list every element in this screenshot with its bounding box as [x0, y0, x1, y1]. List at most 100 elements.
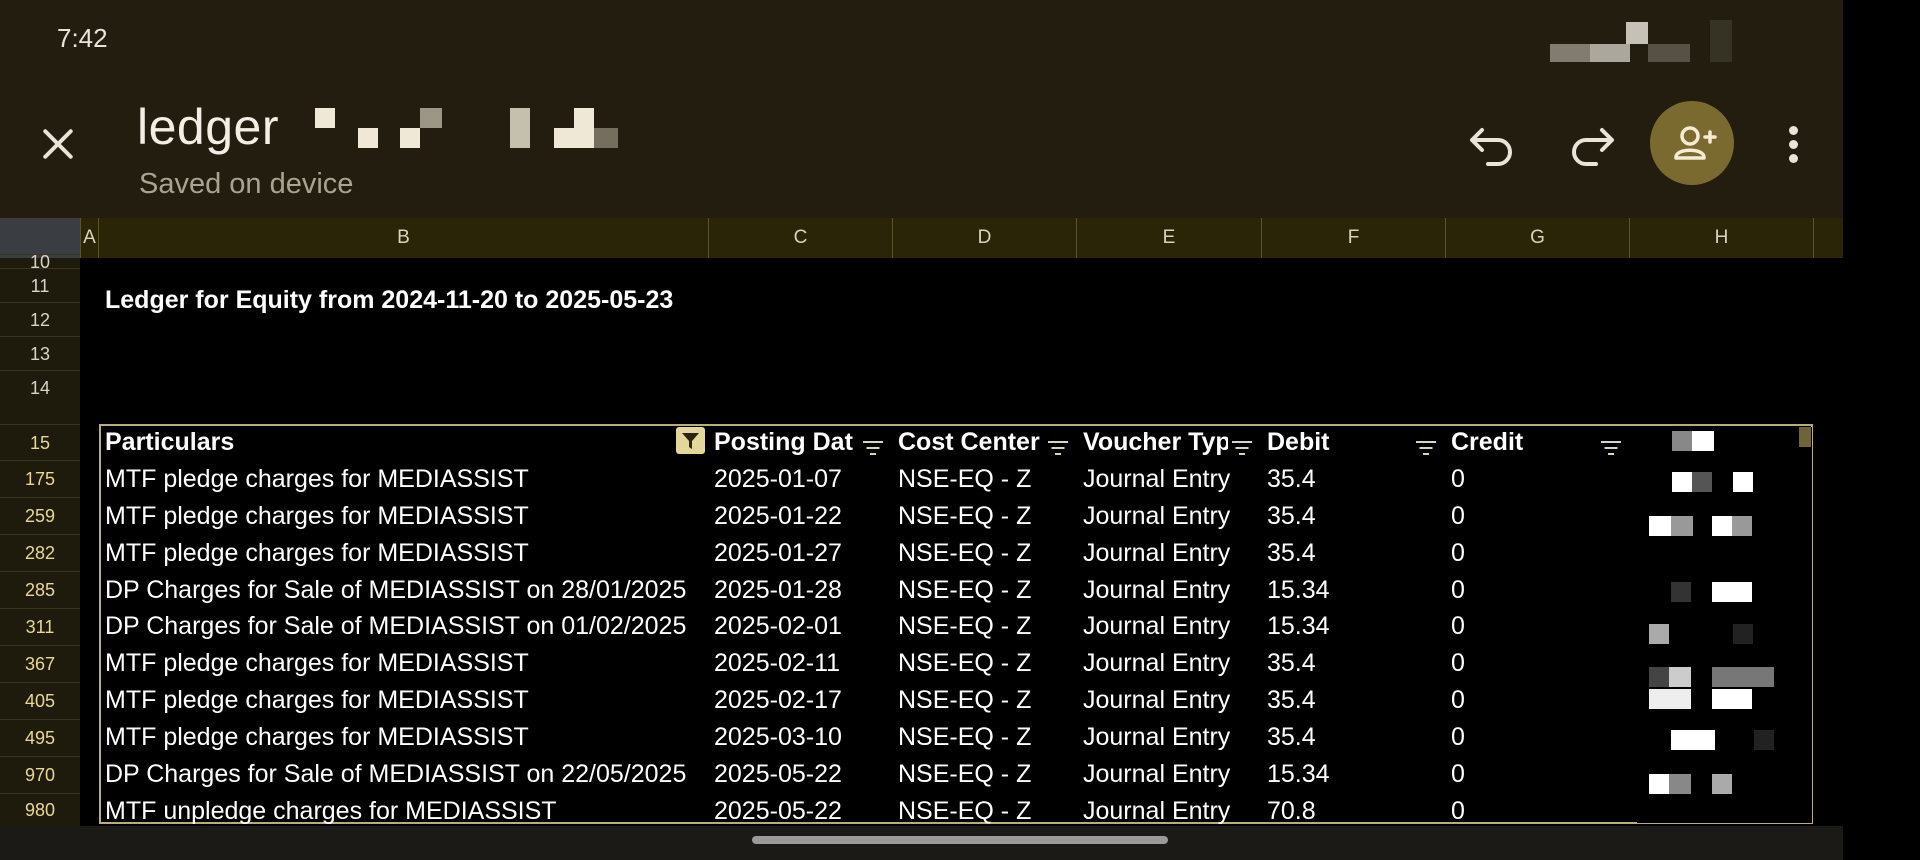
- filter-active-button[interactable]: [676, 427, 705, 454]
- filter-button-debit[interactable]: [1415, 440, 1437, 456]
- filter-button-posting-date[interactable]: [862, 440, 884, 456]
- cell-voucher-type[interactable]: Journal Entry: [1083, 760, 1230, 789]
- filter-button-voucher-type[interactable]: [1231, 440, 1253, 456]
- cell-particulars[interactable]: DP Charges for Sale of MEDIASSIST on 01/…: [105, 612, 705, 641]
- cell-credit[interactable]: 0: [1451, 649, 1465, 678]
- row-header[interactable]: 367: [0, 645, 80, 682]
- cell-particulars[interactable]: MTF pledge charges for MEDIASSIST: [105, 723, 705, 752]
- column-header-c[interactable]: C: [708, 218, 892, 258]
- undo-button[interactable]: [1460, 112, 1524, 176]
- column-header-f[interactable]: F: [1261, 218, 1445, 258]
- column-header-h[interactable]: H: [1629, 218, 1814, 258]
- cell-cost-center[interactable]: NSE-EQ - Z: [898, 465, 1031, 494]
- cell-voucher-type[interactable]: Journal Entry: [1083, 576, 1230, 605]
- column-header-b[interactable]: B: [98, 218, 708, 258]
- cell-particulars[interactable]: MTF pledge charges for MEDIASSIST: [105, 539, 705, 568]
- cell-posting-date[interactable]: 2025-01-28: [714, 576, 842, 605]
- cell-particulars[interactable]: MTF pledge charges for MEDIASSIST: [105, 686, 705, 715]
- row-header[interactable]: 980: [0, 793, 80, 826]
- cell-debit[interactable]: 35.4: [1267, 502, 1316, 531]
- row-header[interactable]: 285: [0, 571, 80, 608]
- cell-debit[interactable]: 35.4: [1267, 723, 1316, 752]
- cell-debit[interactable]: 35.4: [1267, 649, 1316, 678]
- cell-posting-date[interactable]: 2025-02-01: [714, 612, 842, 641]
- cell-posting-date[interactable]: 2025-05-22: [714, 797, 842, 826]
- cell-debit[interactable]: 35.4: [1267, 465, 1316, 494]
- row-header[interactable]: 11: [0, 268, 80, 302]
- header-debit[interactable]: Debit: [1267, 428, 1412, 457]
- cell-cost-center[interactable]: NSE-EQ - Z: [898, 612, 1031, 641]
- close-button[interactable]: [36, 122, 80, 166]
- cell-voucher-type[interactable]: Journal Entry: [1083, 612, 1230, 641]
- home-indicator[interactable]: [752, 836, 1168, 844]
- cell-cost-center[interactable]: NSE-EQ - Z: [898, 686, 1031, 715]
- cell-debit[interactable]: 15.34: [1267, 576, 1330, 605]
- row-header[interactable]: 15: [0, 424, 80, 460]
- cell-cost-center[interactable]: NSE-EQ - Z: [898, 723, 1031, 752]
- row-header[interactable]: 259: [0, 497, 80, 534]
- cell-credit[interactable]: 0: [1451, 797, 1465, 826]
- cell-credit[interactable]: 0: [1451, 760, 1465, 789]
- header-posting-date[interactable]: Posting Dat: [714, 428, 859, 457]
- cell-posting-date[interactable]: 2025-01-22: [714, 502, 842, 531]
- ledger-title-cell[interactable]: Ledger for Equity from 2024-11-20 to 202…: [105, 286, 673, 315]
- cell-credit[interactable]: 0: [1451, 465, 1465, 494]
- cell-cost-center[interactable]: NSE-EQ - Z: [898, 760, 1031, 789]
- row-header[interactable]: 14: [0, 370, 80, 404]
- filter-button-cost-center[interactable]: [1047, 440, 1069, 456]
- filter-button-credit[interactable]: [1600, 440, 1622, 456]
- row-header[interactable]: 10: [0, 253, 80, 271]
- column-header-a[interactable]: A: [80, 218, 98, 258]
- share-button[interactable]: [1650, 101, 1734, 185]
- cell-credit[interactable]: 0: [1451, 576, 1465, 605]
- cell-credit[interactable]: 0: [1451, 686, 1465, 715]
- header-voucher-type[interactable]: Voucher Typ: [1083, 428, 1228, 457]
- cell-particulars[interactable]: MTF pledge charges for MEDIASSIST: [105, 502, 705, 531]
- row-header[interactable]: 12: [0, 302, 80, 336]
- cell-posting-date[interactable]: 2025-02-17: [714, 686, 842, 715]
- cell-cost-center[interactable]: NSE-EQ - Z: [898, 502, 1031, 531]
- header-particulars[interactable]: Particulars: [105, 428, 665, 457]
- cell-cost-center[interactable]: NSE-EQ - Z: [898, 649, 1031, 678]
- row-header[interactable]: 311: [0, 608, 80, 645]
- header-credit[interactable]: Credit: [1451, 428, 1596, 457]
- cell-particulars[interactable]: MTF unpledge charges for MEDIASSIST: [105, 797, 705, 826]
- cell-credit[interactable]: 0: [1451, 539, 1465, 568]
- cell-credit[interactable]: 0: [1451, 723, 1465, 752]
- cell-cost-center[interactable]: NSE-EQ - Z: [898, 576, 1031, 605]
- cell-particulars[interactable]: MTF pledge charges for MEDIASSIST: [105, 465, 705, 494]
- row-header[interactable]: 13: [0, 336, 80, 370]
- column-header-g[interactable]: G: [1445, 218, 1629, 258]
- cell-debit[interactable]: 35.4: [1267, 686, 1316, 715]
- cell-posting-date[interactable]: 2025-01-07: [714, 465, 842, 494]
- cell-cost-center[interactable]: NSE-EQ - Z: [898, 539, 1031, 568]
- cell-posting-date[interactable]: 2025-02-11: [714, 649, 840, 678]
- cell-cost-center[interactable]: NSE-EQ - Z: [898, 797, 1031, 826]
- document-title[interactable]: ledger: [137, 98, 279, 156]
- cell-voucher-type[interactable]: Journal Entry: [1083, 686, 1230, 715]
- row-header[interactable]: 495: [0, 719, 80, 756]
- cell-voucher-type[interactable]: Journal Entry: [1083, 539, 1230, 568]
- cell-posting-date[interactable]: 2025-01-27: [714, 539, 842, 568]
- cell-credit[interactable]: 0: [1451, 502, 1465, 531]
- cell-voucher-type[interactable]: Journal Entry: [1083, 465, 1230, 494]
- column-header-e[interactable]: E: [1076, 218, 1261, 258]
- more-options-button[interactable]: [1762, 118, 1822, 170]
- cell-debit[interactable]: 70.8: [1267, 797, 1316, 826]
- row-header[interactable]: 282: [0, 534, 80, 571]
- row-header[interactable]: 970: [0, 756, 80, 793]
- cell-posting-date[interactable]: 2025-03-10: [714, 723, 842, 752]
- cell-voucher-type[interactable]: Journal Entry: [1083, 649, 1230, 678]
- cell-particulars[interactable]: MTF pledge charges for MEDIASSIST: [105, 649, 705, 678]
- cell-voucher-type[interactable]: Journal Entry: [1083, 502, 1230, 531]
- cell-posting-date[interactable]: 2025-05-22: [714, 760, 842, 789]
- cell-debit[interactable]: 15.34: [1267, 612, 1330, 641]
- redo-button[interactable]: [1560, 112, 1624, 176]
- cell-voucher-type[interactable]: Journal Entry: [1083, 797, 1230, 826]
- cell-particulars[interactable]: DP Charges for Sale of MEDIASSIST on 22/…: [105, 760, 705, 789]
- cell-debit[interactable]: 15.34: [1267, 760, 1330, 789]
- cell-particulars[interactable]: DP Charges for Sale of MEDIASSIST on 28/…: [105, 576, 705, 605]
- cell-debit[interactable]: 35.4: [1267, 539, 1316, 568]
- header-cost-center[interactable]: Cost Center: [898, 428, 1043, 457]
- column-header-d[interactable]: D: [892, 218, 1076, 258]
